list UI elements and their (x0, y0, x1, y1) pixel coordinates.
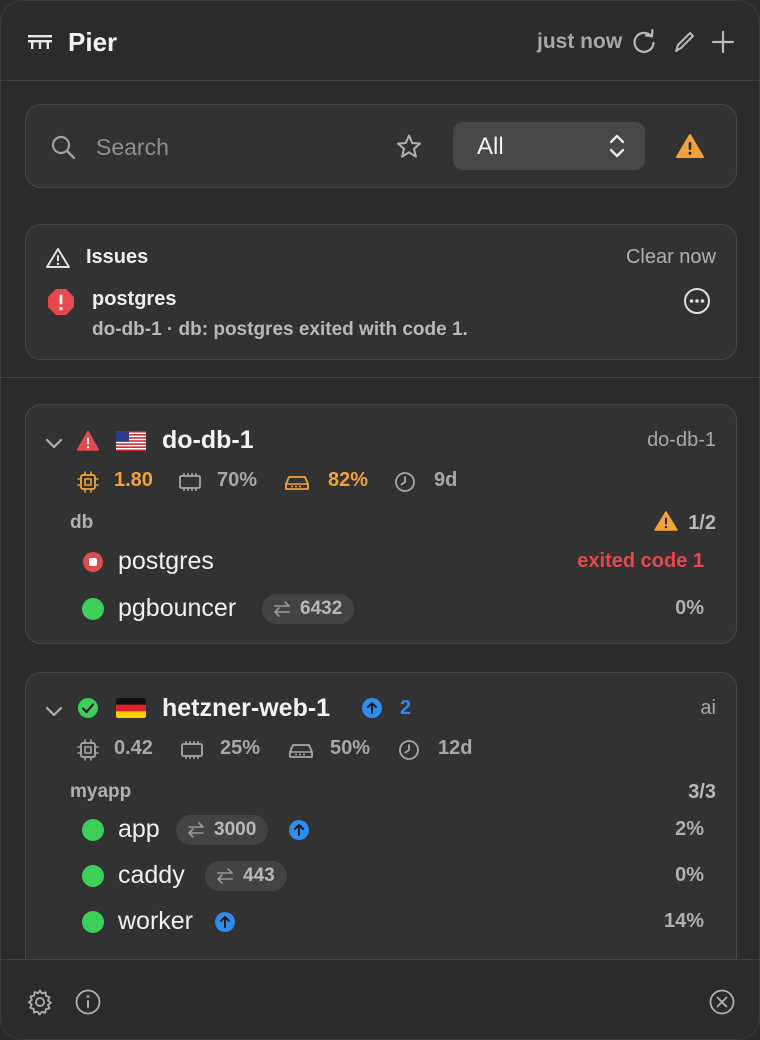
group-name: myapp (70, 781, 132, 802)
service-status-text: exited code 1 (577, 550, 704, 572)
issues-title: Issues (86, 246, 149, 268)
update-available-icon (289, 820, 309, 840)
port-number: 443 (243, 865, 275, 886)
us-flag-icon (116, 431, 146, 451)
host-label: ai (700, 697, 716, 719)
warning-outline-icon (46, 248, 70, 268)
info-icon[interactable] (74, 988, 102, 1016)
service-cpu: 0% (675, 597, 704, 619)
service-name[interactable]: app (118, 815, 160, 844)
port-badge[interactable]: 443 (205, 861, 287, 891)
cpu-icon (77, 739, 99, 761)
edit-icon[interactable] (669, 27, 699, 57)
disk-icon (289, 744, 313, 758)
chevron-down-icon[interactable] (44, 701, 64, 721)
filter-select[interactable]: All (453, 122, 645, 170)
cpu-icon (77, 471, 99, 493)
update-count: 2 (400, 697, 412, 719)
more-options-icon[interactable] (682, 286, 712, 316)
cpu-load: 0.42 (114, 737, 153, 759)
add-icon[interactable] (708, 27, 738, 57)
host-metrics: 1.80 70% 82% 9d (76, 469, 696, 495)
service-cpu: 0% (675, 864, 704, 886)
port-forward-icon (217, 868, 233, 884)
clear-now-button[interactable]: Clear now (626, 246, 716, 269)
last-updated: just now (537, 30, 623, 53)
memory-usage: 70% (217, 469, 258, 491)
pier-window: Pier just now All (0, 0, 760, 1040)
pier-logo-icon (28, 35, 52, 49)
port-badge[interactable]: 6432 (262, 594, 355, 624)
content-scroll-area[interactable]: All Issues Clear now (1, 82, 759, 960)
service-name[interactable]: postgres (118, 547, 214, 576)
service-name[interactable]: worker (118, 907, 193, 936)
update-available-icon (362, 698, 382, 718)
group-count: 1/2 (688, 512, 716, 534)
uptime: 9d (434, 469, 458, 491)
memory-icon (181, 741, 203, 759)
port-forward-icon (274, 601, 290, 617)
cpu-load: 1.80 (114, 469, 153, 491)
disk-usage: 82% (328, 469, 369, 491)
app-title: Pier (68, 27, 118, 57)
issue-detail: do-db-1 · db: postgres exited with code … (92, 319, 468, 340)
host-card-hetzner-web-1: hetzner-web-1 2 ai 0.42 25% 50% 12d myap… (25, 672, 737, 960)
running-status-dot (82, 819, 104, 841)
issues-panel: Issues Clear now postgres do-db-1 · db: … (25, 224, 737, 360)
warning-icon (654, 511, 678, 531)
clock-icon (399, 740, 419, 760)
disk-usage: 50% (330, 737, 371, 759)
search-bar: All (25, 104, 737, 188)
issue-service-name: postgres (92, 288, 177, 310)
de-flag-icon (116, 698, 146, 718)
ok-status-icon (78, 698, 98, 718)
chevron-up-down-icon (609, 134, 625, 158)
update-available-icon (215, 912, 235, 932)
host-name[interactable]: hetzner-web-1 (162, 694, 330, 723)
host-name[interactable]: do-db-1 (162, 426, 254, 455)
service-cpu: 14% (663, 910, 704, 932)
star-icon[interactable] (394, 132, 424, 162)
service-cpu: 2% (675, 818, 704, 840)
group-name: db (70, 512, 94, 533)
error-octagon-icon (48, 289, 74, 315)
close-icon[interactable] (708, 988, 736, 1016)
port-forward-icon (188, 822, 204, 838)
running-status-dot (82, 911, 104, 933)
warning-filter-icon[interactable] (676, 133, 704, 159)
uptime: 12d (438, 737, 473, 759)
warning-status-icon (76, 430, 100, 451)
service-name[interactable]: pgbouncer (118, 594, 236, 623)
settings-icon[interactable] (26, 988, 54, 1016)
stopped-status-icon (83, 552, 103, 572)
disk-icon (285, 476, 309, 490)
port-number: 3000 (214, 819, 257, 840)
host-card-do-db-1: do-db-1 do-db-1 1.80 70% 82% 9d db 1/2 p… (25, 404, 737, 644)
running-status-dot (82, 865, 104, 887)
footer (1, 959, 759, 1039)
search-icon (51, 135, 76, 160)
group-count: 3/3 (688, 781, 716, 803)
memory-usage: 25% (220, 737, 261, 759)
header: Pier just now (1, 1, 759, 81)
host-metrics: 0.42 25% 50% 12d (76, 737, 696, 763)
host-label: do-db-1 (647, 429, 716, 451)
clock-icon (395, 472, 415, 492)
filter-select-value: All (477, 133, 504, 160)
search-input[interactable] (96, 127, 376, 167)
refresh-icon[interactable] (629, 27, 659, 57)
service-name[interactable]: caddy (118, 861, 185, 890)
chevron-down-icon[interactable] (44, 433, 64, 453)
port-number: 6432 (300, 598, 343, 619)
memory-icon (179, 473, 201, 491)
section-divider (1, 377, 759, 378)
port-badge[interactable]: 3000 (176, 815, 269, 845)
running-status-dot (82, 598, 104, 620)
